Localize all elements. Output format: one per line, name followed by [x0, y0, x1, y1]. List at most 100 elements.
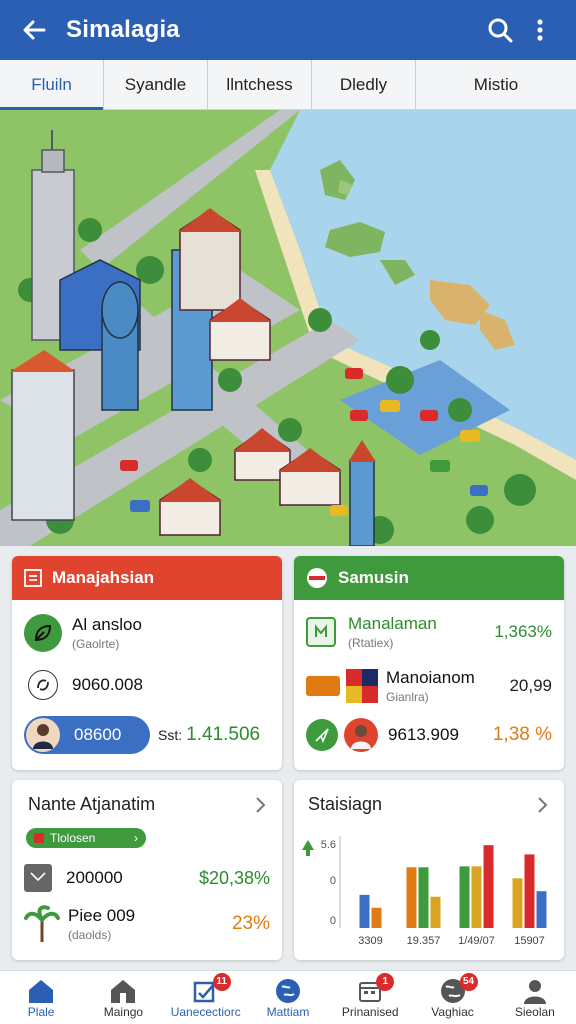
x-tick-label: 3309 — [358, 935, 382, 947]
nante-item2-pct: 23% — [231, 913, 270, 934]
profile-icon — [523, 979, 546, 1004]
send-icon — [306, 719, 338, 751]
nante-chip-label: Tlolosen — [50, 831, 96, 845]
flags-icon — [346, 669, 378, 703]
tab-fluiln[interactable]: Fluiln — [0, 60, 104, 111]
nav-badge: 54 — [459, 972, 478, 991]
x-tick-label: 1/49/07 — [458, 935, 495, 947]
flag-icon — [307, 568, 327, 588]
samusin-item-label: Manalaman — [348, 614, 437, 633]
chip-chevron-icon: › — [134, 831, 138, 845]
nav-item-maingo[interactable]: Maingo — [82, 971, 164, 1024]
nav-item-vaghiac[interactable]: 54 Vaghiac — [411, 971, 493, 1024]
stats-bar-chart: 0 0 5.6 3309 19.357 1/49/07 15907 — [302, 836, 547, 947]
city-map[interactable] — [0, 110, 576, 546]
app-title: Simalagia — [66, 16, 180, 43]
nante-card[interactable]: Nante Atjanatim Tlolosen › 200000 $20,38… — [12, 780, 282, 960]
home-icon — [29, 979, 54, 1003]
management-row-2[interactable]: 9060.008 — [24, 670, 270, 700]
chart-bar — [471, 866, 482, 928]
samusin-row-1[interactable]: Manalaman (Rtatiex) 1,363% — [306, 614, 552, 650]
more-options-button[interactable] — [520, 10, 560, 50]
x-tick-label: 19.357 — [407, 935, 441, 947]
nav-label-uanecectiorc: Uanecectiorc — [170, 1004, 241, 1019]
back-button[interactable] — [16, 12, 52, 48]
management-card-header: Manajahsian — [12, 556, 282, 600]
stats-header: Staisiagn — [308, 794, 548, 815]
management-card[interactable]: Manajahsian Al ansloo (Gaolrte) 9060.008… — [12, 556, 282, 770]
samusin-item-sub: (Rtatiex) — [348, 636, 394, 650]
nav-item-plale[interactable]: Plale — [0, 971, 82, 1024]
nante-header: Nante Atjanatim — [28, 794, 266, 815]
nav-label-prinanised: Prinanised — [341, 1004, 399, 1019]
nante-row-1[interactable]: 200000 $20,38% — [24, 864, 270, 892]
chart-bar — [524, 854, 535, 928]
samusin-row-3[interactable]: 9613.909 1,38 % — [306, 718, 552, 752]
balance-pill[interactable]: 08600 — [24, 716, 150, 754]
search-button[interactable] — [480, 10, 520, 50]
bus-icon — [306, 676, 340, 696]
nante-item2-label: Piee 009 — [68, 906, 136, 925]
samusin-item3-pct: 1,38 % — [492, 724, 552, 745]
management-item-sub: (Gaolrte) — [72, 637, 120, 651]
chart-bar — [371, 907, 382, 928]
nav-badge: 11 — [212, 972, 231, 991]
samusin-card[interactable]: Samusin Manalaman (Rtatiex) 1,363% Manoi… — [294, 556, 564, 770]
globe-icon — [275, 978, 300, 1003]
tab-syandle[interactable]: Syandle — [104, 60, 208, 110]
balance-pill-value: 08600 — [74, 725, 122, 744]
management-card-title: Manajahsian — [52, 568, 155, 587]
tab-mistio[interactable]: Mistio — [416, 60, 576, 110]
tab-dledly[interactable]: Dledly — [312, 60, 416, 110]
samusin-item3-value: 9613.909 — [388, 725, 459, 744]
nante-value: 200000 — [66, 868, 123, 887]
nav-label-plale: Plale — [27, 1004, 55, 1019]
avatar-2 — [344, 718, 378, 752]
samusin-item2-value: 20,99 — [509, 676, 552, 695]
chart-bar — [430, 896, 441, 928]
nav-item-sieolan[interactable]: Sieolan — [494, 971, 576, 1024]
list-icon — [24, 569, 42, 587]
chevron-right-icon[interactable] — [536, 796, 548, 814]
samusin-card-title: Samusin — [338, 568, 409, 587]
nav-item-uanecectiorc[interactable]: 11 Uanecectiorc — [165, 971, 247, 1024]
nante-chip[interactable]: Tlolosen › — [26, 828, 146, 848]
nav-label-vaghiac: Vaghiac — [431, 1004, 474, 1019]
balance-value: 1.41.506 — [186, 724, 261, 745]
tab-llntchess[interactable]: llntchess — [208, 60, 312, 110]
nante-pct: $20,38% — [198, 867, 270, 888]
palm-tree-icon — [24, 904, 60, 944]
more-vertical-icon — [537, 19, 543, 41]
city-map-illustration — [0, 110, 576, 546]
chart-bar — [483, 845, 494, 928]
balance-prefix: Sst: — [158, 727, 183, 743]
y-tick-label: 0 — [330, 915, 336, 927]
nante-row-2[interactable]: Piee 009 (daolds) 23% — [24, 904, 270, 944]
chart-bar — [512, 878, 523, 928]
chart-bar — [459, 866, 470, 928]
samusin-card-header: Samusin — [294, 556, 564, 600]
chart-bar — [418, 867, 429, 928]
y-tick-label: 0 — [330, 875, 336, 887]
samusin-row-2[interactable]: Manoianom Gianlra) 20,99 — [306, 668, 552, 704]
management-row-1[interactable]: Al ansloo (Gaolrte) — [24, 614, 270, 652]
stats-title: Staisiagn — [308, 794, 383, 814]
management-row-3[interactable]: 08600 Sst: 1.41.506 — [24, 716, 270, 754]
stats-card[interactable]: Staisiagn 0 0 5.6 3309 19.357 1/49/07 15907 — [294, 780, 564, 960]
y-tick-label: 5.6 — [321, 839, 336, 851]
nav-item-prinanised[interactable]: 1 Prinanised — [329, 971, 411, 1024]
management-item-label: Al ansloo — [72, 615, 142, 634]
nante-item2-sub: (daolds) — [68, 928, 112, 942]
trend-up-icon — [302, 840, 314, 856]
management-value: 9060.008 — [72, 675, 143, 694]
samusin-item2-label: Manoianom — [386, 668, 475, 687]
app-bar: Simalagia — [0, 0, 576, 60]
bottom-navigation: Plale Maingo 11 Uanecectiorc Mattiam 1 P… — [0, 970, 576, 1024]
sync-icon — [28, 670, 58, 700]
samusin-item2-sub: Gianlra) — [386, 690, 429, 704]
nav-item-mattiam[interactable]: Mattiam — [247, 971, 329, 1024]
house-icon — [111, 979, 136, 1003]
chevron-right-icon[interactable] — [254, 796, 266, 814]
nav-badge: 1 — [376, 972, 395, 991]
nav-label-maingo: Maingo — [103, 1004, 144, 1019]
